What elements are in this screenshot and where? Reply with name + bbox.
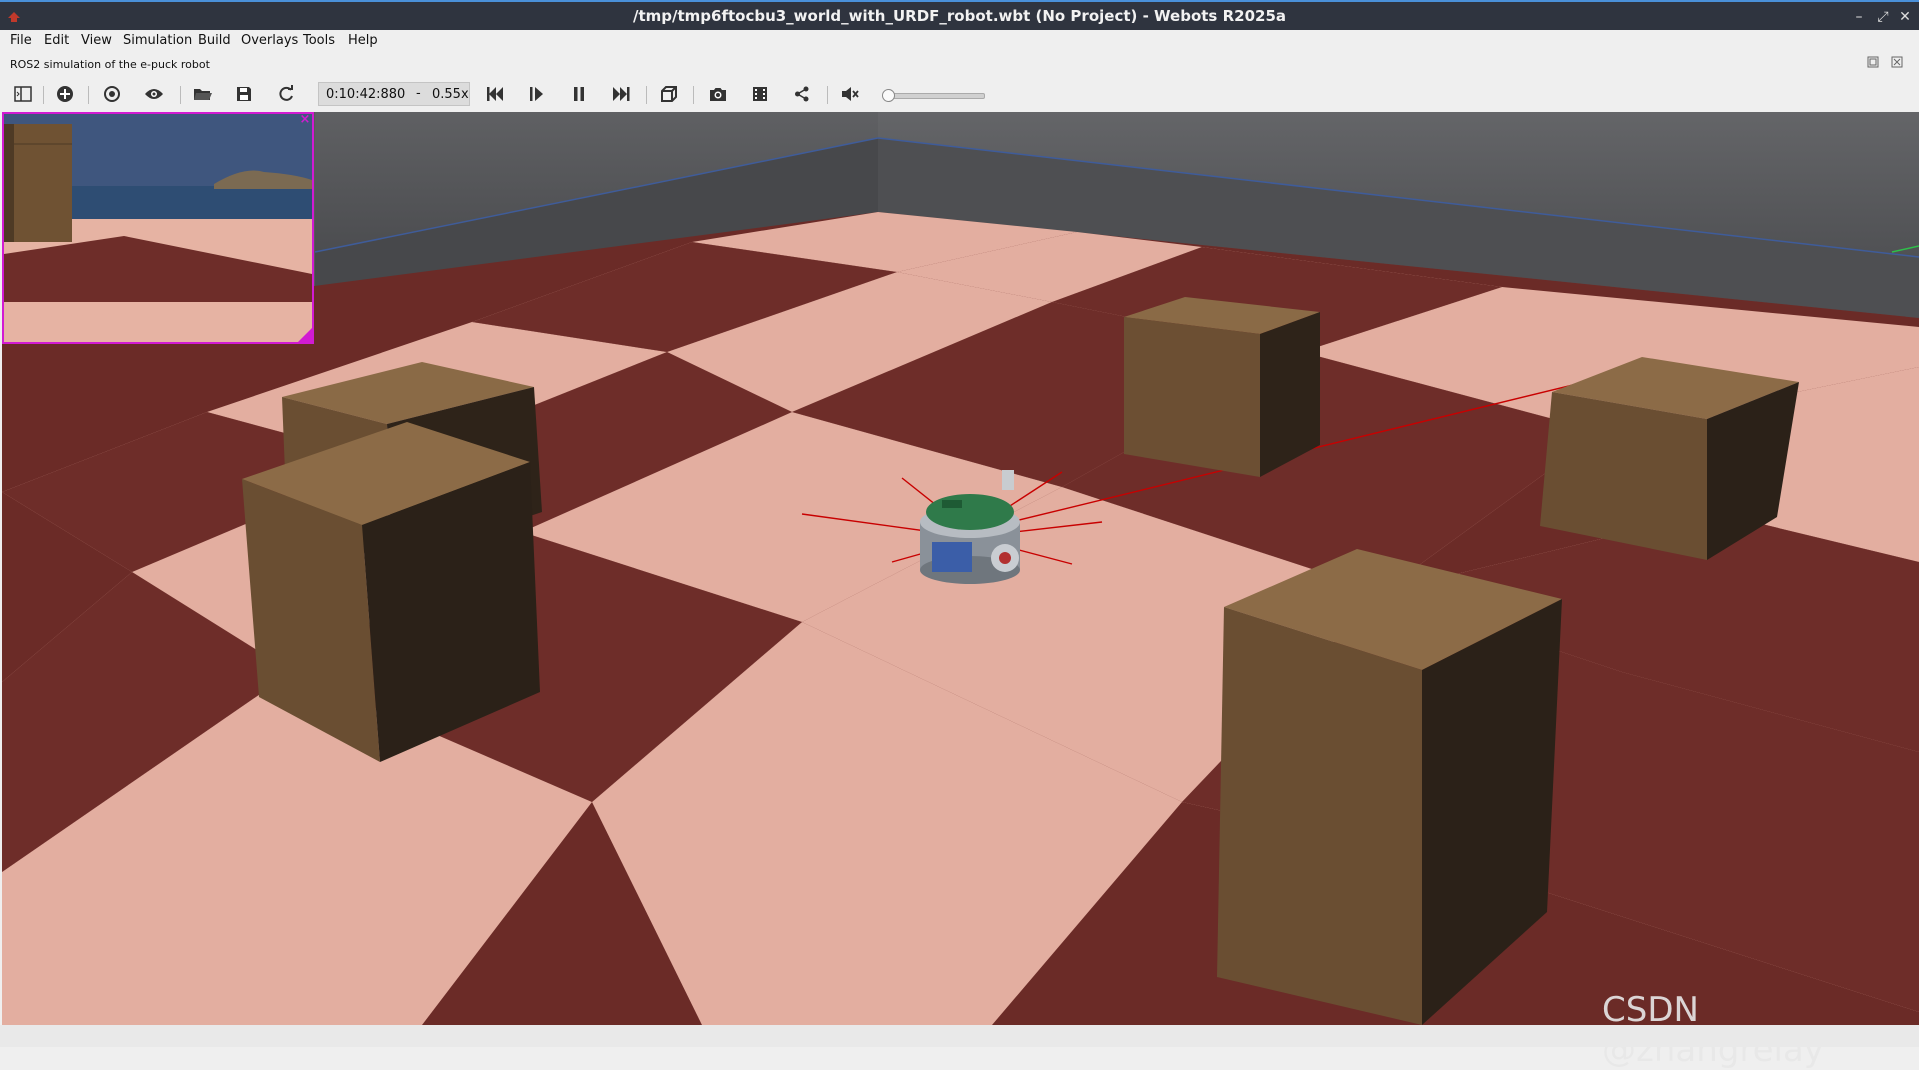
reload-world-icon[interactable] <box>274 82 298 106</box>
camera-close-icon[interactable]: × <box>298 114 312 128</box>
title-bar: /tmp/tmp6ftocbu3_world_with_URDF_robot.w… <box>0 0 1919 30</box>
menu-simulation[interactable]: Simulation <box>123 33 192 48</box>
menu-help[interactable]: Help <box>348 33 378 48</box>
volume-slider-handle[interactable] <box>882 89 895 102</box>
undock-icon[interactable] <box>1866 56 1880 70</box>
maximize-button[interactable]: ⤢ <box>1874 8 1892 26</box>
open-world-icon[interactable] <box>191 82 215 106</box>
close-button[interactable]: ✕ <box>1896 8 1914 26</box>
simulation-speed: 0.55x <box>432 87 469 102</box>
step-icon[interactable] <box>525 82 549 106</box>
menu-bar: File Edit View Simulation Build Overlays… <box>0 30 1919 52</box>
save-world-icon[interactable] <box>232 82 256 106</box>
minimize-button[interactable]: – <box>1850 8 1868 26</box>
menu-view[interactable]: View <box>81 33 112 48</box>
menu-tools[interactable]: Tools <box>303 33 335 48</box>
render-mode-icon[interactable] <box>657 82 681 106</box>
camera-image <box>4 114 312 342</box>
record-movie-icon[interactable] <box>748 82 772 106</box>
eye-icon[interactable] <box>142 82 166 106</box>
menu-overlays[interactable]: Overlays <box>241 33 298 48</box>
share-icon[interactable] <box>790 82 814 106</box>
pause-icon[interactable] <box>567 82 591 106</box>
camera-overlay[interactable]: × <box>2 112 314 344</box>
status-bar <box>0 1025 1919 1047</box>
menu-build[interactable]: Build <box>198 33 231 48</box>
step-back-icon[interactable] <box>483 82 507 106</box>
window-title: /tmp/tmp6ftocbu3_world_with_URDF_robot.w… <box>632 7 1287 25</box>
simulation-time: 0:10:42:880 <box>326 87 406 102</box>
add-node-icon[interactable] <box>53 82 77 106</box>
mute-icon[interactable] <box>838 82 862 106</box>
follow-object-icon[interactable] <box>100 82 124 106</box>
menu-file[interactable]: File <box>10 33 32 48</box>
fast-forward-icon[interactable] <box>609 82 633 106</box>
close-panel-icon[interactable] <box>1890 56 1904 70</box>
menu-edit[interactable]: Edit <box>44 33 69 48</box>
scene-tree-icon[interactable] <box>11 82 35 106</box>
time-separator: - <box>416 86 421 101</box>
main-toolbar: 0:10:42:880 - 0.55x <box>0 78 1919 110</box>
wooden-crate-left-front <box>242 422 540 762</box>
wooden-crate-back <box>1124 297 1320 477</box>
simulation-time-display: 0:10:42:880 - 0.55x <box>318 82 470 106</box>
volume-slider[interactable] <box>882 89 985 102</box>
camera-resize-handle[interactable] <box>298 328 312 342</box>
world-description: ROS2 simulation of the e-puck robot <box>10 58 210 71</box>
screenshot-icon[interactable] <box>706 82 730 106</box>
